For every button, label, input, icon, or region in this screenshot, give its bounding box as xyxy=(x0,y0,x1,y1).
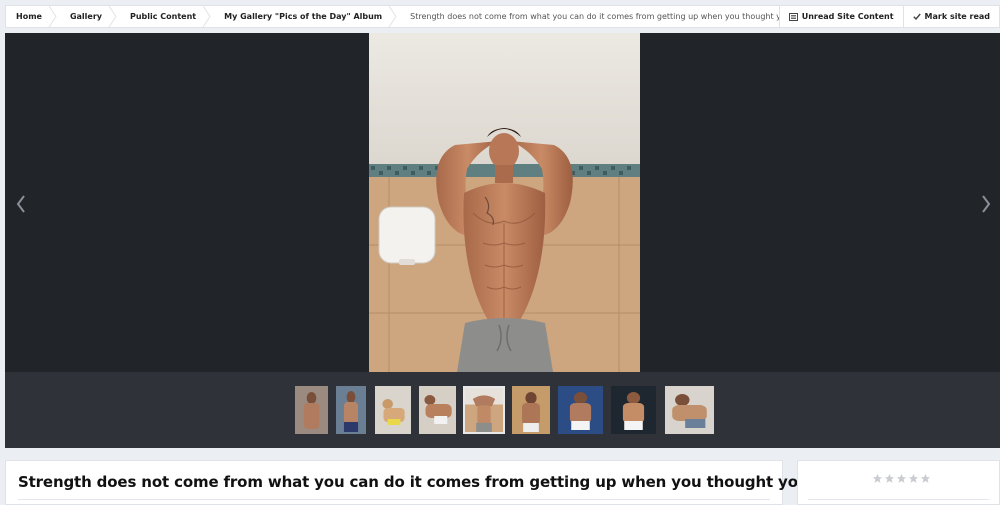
thumbnail-image xyxy=(558,386,603,434)
chevron-left-icon xyxy=(16,195,25,213)
thumbnail-image xyxy=(465,388,503,432)
thumbnail-image xyxy=(295,386,328,434)
site-actions: Unread Site Content Mark site read xyxy=(778,6,999,27)
breadcrumb-bar: Home Gallery Public Content My Gallery "… xyxy=(5,5,1000,28)
thumbnail-image xyxy=(611,386,656,434)
thumbnail[interactable] xyxy=(336,386,366,434)
thumbnail[interactable] xyxy=(295,386,328,434)
thumbnail-image xyxy=(419,386,456,434)
thumbnail[interactable] xyxy=(419,386,456,434)
image-title: Strength does not come from what you can… xyxy=(18,473,882,491)
thumbnail[interactable] xyxy=(611,386,656,434)
mark-site-read-label: Mark site read xyxy=(924,12,990,21)
previous-image-button[interactable] xyxy=(11,191,31,217)
thumbnail-active[interactable] xyxy=(463,386,505,434)
rating-card xyxy=(797,460,1000,505)
star-icon[interactable] xyxy=(884,473,895,484)
thumbnail[interactable] xyxy=(665,386,714,434)
list-icon xyxy=(788,12,798,21)
breadcrumb-current: Strength does not come from what you can… xyxy=(396,6,779,27)
star-icon[interactable] xyxy=(896,473,907,484)
breadcrumb-label: Gallery xyxy=(69,12,102,21)
thumbnail[interactable] xyxy=(558,386,603,434)
unread-content-label: Unread Site Content xyxy=(801,12,894,21)
thumbnail-image xyxy=(336,386,366,434)
image-viewer xyxy=(5,33,1000,372)
thumbnail[interactable] xyxy=(512,386,550,434)
star-icon[interactable] xyxy=(872,473,883,484)
checkmark-icon xyxy=(912,13,921,20)
breadcrumb-label: Public Content xyxy=(130,12,197,21)
breadcrumb-album[interactable]: My Gallery "Pics of the Day" Album xyxy=(210,6,397,27)
gallery-image[interactable] xyxy=(369,33,640,372)
breadcrumb: Home Gallery Public Content My Gallery "… xyxy=(6,6,779,27)
star-rating xyxy=(872,473,931,484)
breadcrumb-label: My Gallery "Pics of the Day" Album xyxy=(224,12,383,21)
image-title-card: Strength does not come from what you can… xyxy=(5,460,882,505)
thumbnail[interactable] xyxy=(375,386,411,434)
breadcrumb-label: Home xyxy=(16,12,42,21)
mark-site-read-button[interactable]: Mark site read xyxy=(902,6,999,27)
photo-illustration xyxy=(369,33,640,372)
thumbnail-image xyxy=(512,386,550,434)
thumbnail-strip xyxy=(5,372,1000,448)
chevron-right-icon xyxy=(982,195,991,213)
unread-content-button[interactable]: Unread Site Content xyxy=(778,6,903,27)
star-icon[interactable] xyxy=(908,473,919,484)
star-icon[interactable] xyxy=(920,473,931,484)
breadcrumb-label: Strength does not come from what you can… xyxy=(410,12,779,21)
breadcrumb-gallery[interactable]: Gallery xyxy=(56,6,117,27)
thumbnail-image xyxy=(375,386,411,434)
next-image-button[interactable] xyxy=(976,191,996,217)
thumbnail-image xyxy=(665,386,714,434)
breadcrumb-home[interactable]: Home xyxy=(6,6,57,27)
breadcrumb-public-content[interactable]: Public Content xyxy=(116,6,211,27)
